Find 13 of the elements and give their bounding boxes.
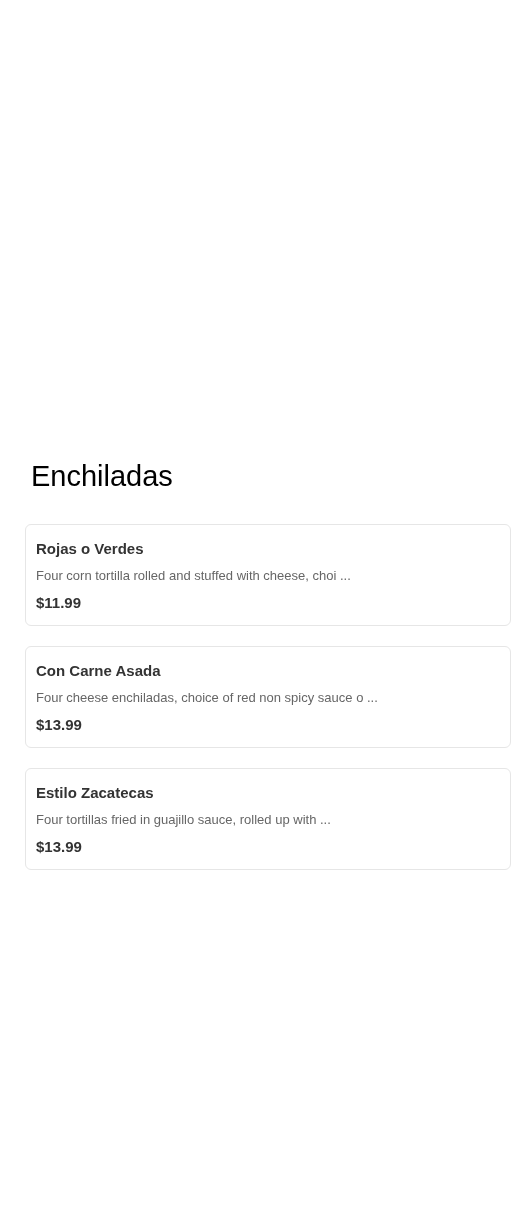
item-price: $11.99 <box>36 593 83 613</box>
menu-item-card[interactable]: Estilo Zacatecas Four tortillas fried in guajillo sauce, rolled up with ... $13.99 <box>25 768 511 870</box>
item-price: $13.99 <box>36 715 83 735</box>
item-description: Four corn tortilla rolled and stuffed with cheese, choi ... <box>36 567 352 585</box>
item-description: Four tortillas fried in guajillo sauce, rolled up with ... <box>36 811 332 829</box>
item-price: $13.99 <box>36 837 83 857</box>
item-name: Rojas o Verdes <box>36 539 145 559</box>
item-name: Con Carne Asada <box>36 661 162 681</box>
item-description: Four cheese enchiladas, choice of red non spicy sauce o ... <box>36 689 379 707</box>
item-name: Estilo Zacatecas <box>36 783 155 803</box>
menu-item-card[interactable]: Con Carne Asada Four cheese enchiladas, choice of red non spicy sauce o ... $13.99 <box>25 646 511 748</box>
menu-item-card[interactable]: Rojas o Verdes Four corn tortilla rolled and stuffed with cheese, choi ... $11.99 <box>25 524 511 626</box>
section-title: Enchiladas <box>31 459 174 494</box>
